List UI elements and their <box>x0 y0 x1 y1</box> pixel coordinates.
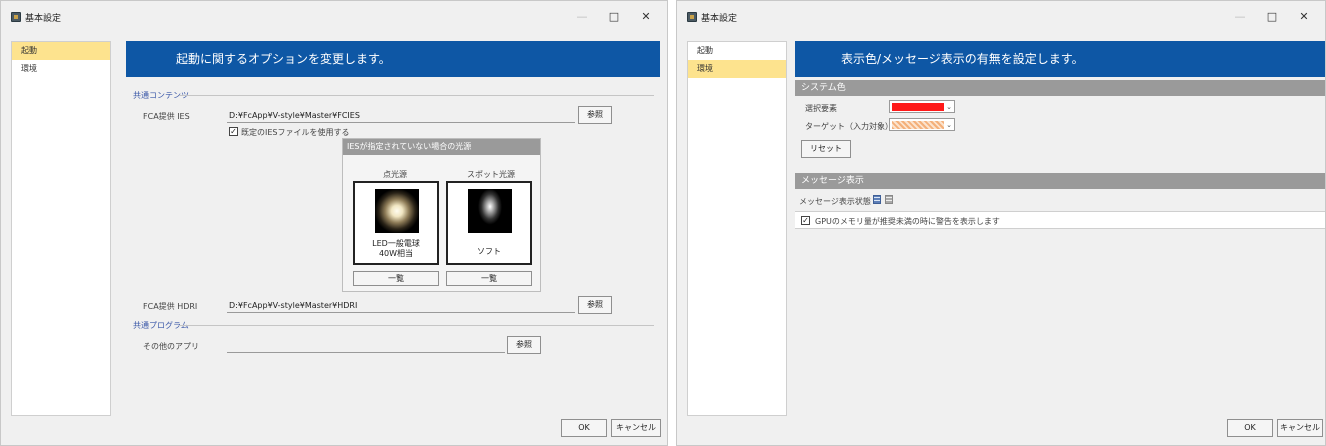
spot-light-heading: スポット光源 <box>467 170 515 179</box>
close-button[interactable]: ✕ <box>1293 7 1315 27</box>
spot-light-preview[interactable]: ソフト <box>446 181 532 265</box>
sidebar-item-startup[interactable]: 起動 <box>12 42 110 60</box>
other-app-browse-button[interactable]: 参照 <box>507 336 541 354</box>
sidebar-item-environment[interactable]: 環境 <box>12 60 110 78</box>
use-default-ies-checkbox[interactable]: ✓ <box>229 127 238 136</box>
sidebar-item-environment[interactable]: 環境 <box>688 60 786 78</box>
group-divider <box>179 325 654 326</box>
chevron-down-icon: ⌄ <box>946 103 952 111</box>
hide-all-icon[interactable] <box>885 195 893 204</box>
minimize-button[interactable]: — <box>571 7 593 27</box>
ok-button[interactable]: OK <box>1227 419 1273 437</box>
selected-color-swatch <box>892 103 944 111</box>
maximize-button[interactable]: □ <box>1261 7 1283 27</box>
system-color-header: システム色 <box>795 80 1325 96</box>
ok-button[interactable]: OK <box>561 419 607 437</box>
group-divider <box>179 95 654 96</box>
gpu-warning-label: GPUのメモリ量が推奨未満の時に警告を表示します <box>815 217 1000 226</box>
environment-settings-window: 基本設定 — □ ✕ 起動 環境 表示色/メッセージ表示の有無を設定します。 シ… <box>676 0 1326 446</box>
cancel-button[interactable]: キャンセル <box>611 419 661 437</box>
app-icon <box>687 12 697 22</box>
message-display-header: メッセージ表示 <box>795 173 1325 189</box>
point-light-caption: LED一般電球 40W相当 <box>372 239 420 258</box>
point-light-heading: 点光源 <box>383 170 407 179</box>
close-button[interactable]: ✕ <box>635 7 657 27</box>
gpu-warning-row: ✓ GPUのメモリ量が推奨未満の時に警告を表示します <box>795 211 1325 229</box>
cancel-button[interactable]: キャンセル <box>1277 419 1323 437</box>
hdri-browse-button[interactable]: 参照 <box>578 296 612 314</box>
startup-settings-window: 基本設定 — □ ✕ 起動 環境 起動に関するオプションを変更します。 共通コン… <box>0 0 668 446</box>
reset-button[interactable]: リセット <box>801 140 851 158</box>
gpu-warning-checkbox[interactable]: ✓ <box>801 216 810 225</box>
point-light-preview[interactable]: LED一般電球 40W相当 <box>353 181 439 265</box>
show-all-icon[interactable] <box>873 195 881 204</box>
spot-light-image <box>468 189 512 233</box>
selected-element-color-picker[interactable]: ⌄ <box>889 100 955 113</box>
target-color-swatch <box>892 121 944 129</box>
point-light-image <box>375 189 419 233</box>
other-app-label: その他のアプリ <box>143 342 199 351</box>
minimize-button[interactable]: — <box>1229 7 1251 27</box>
selected-element-label: 選択要素 <box>805 104 837 113</box>
category-sidebar: 起動 環境 <box>11 41 111 416</box>
use-default-ies-label: 既定のIESファイルを使用する <box>241 128 350 137</box>
app-icon <box>11 12 21 22</box>
hdri-label: FCA提供 HDRI <box>143 302 198 311</box>
title-bar: 基本設定 — □ ✕ <box>677 1 1325 33</box>
target-label: ターゲット（入力対象） <box>805 122 893 131</box>
ies-browse-button[interactable]: 参照 <box>578 106 612 124</box>
ies-path-field[interactable]: D:¥FcApp¥V-style¥Master¥FCIES <box>227 109 575 123</box>
message-state-label: メッセージ表示状態 <box>799 197 871 206</box>
window-title: 基本設定 <box>701 14 738 24</box>
page-banner: 起動に関するオプションを変更します。 <box>126 41 660 77</box>
hdri-path-field[interactable]: D:¥FcApp¥V-style¥Master¥HDRI <box>227 299 575 313</box>
ies-label: FCA提供 IES <box>143 112 190 121</box>
default-light-panel: IESが指定されていない場合の光源 点光源 スポット光源 LED一般電球 40W… <box>342 138 541 292</box>
target-color-picker[interactable]: ⌄ <box>889 118 955 131</box>
other-app-path-field[interactable] <box>227 339 505 353</box>
category-sidebar: 起動 環境 <box>687 41 787 416</box>
maximize-button[interactable]: □ <box>603 7 625 27</box>
spot-light-caption: ソフト <box>477 247 501 256</box>
title-bar: 基本設定 — □ ✕ <box>1 1 667 33</box>
sidebar-item-startup[interactable]: 起動 <box>688 42 786 60</box>
point-light-list-button[interactable]: 一覧 <box>353 271 439 286</box>
spot-light-list-button[interactable]: 一覧 <box>446 271 532 286</box>
window-title: 基本設定 <box>25 14 62 24</box>
page-banner: 表示色/メッセージ表示の有無を設定します。 <box>795 41 1325 77</box>
default-light-panel-header: IESが指定されていない場合の光源 <box>343 139 540 155</box>
chevron-down-icon: ⌄ <box>946 121 952 129</box>
